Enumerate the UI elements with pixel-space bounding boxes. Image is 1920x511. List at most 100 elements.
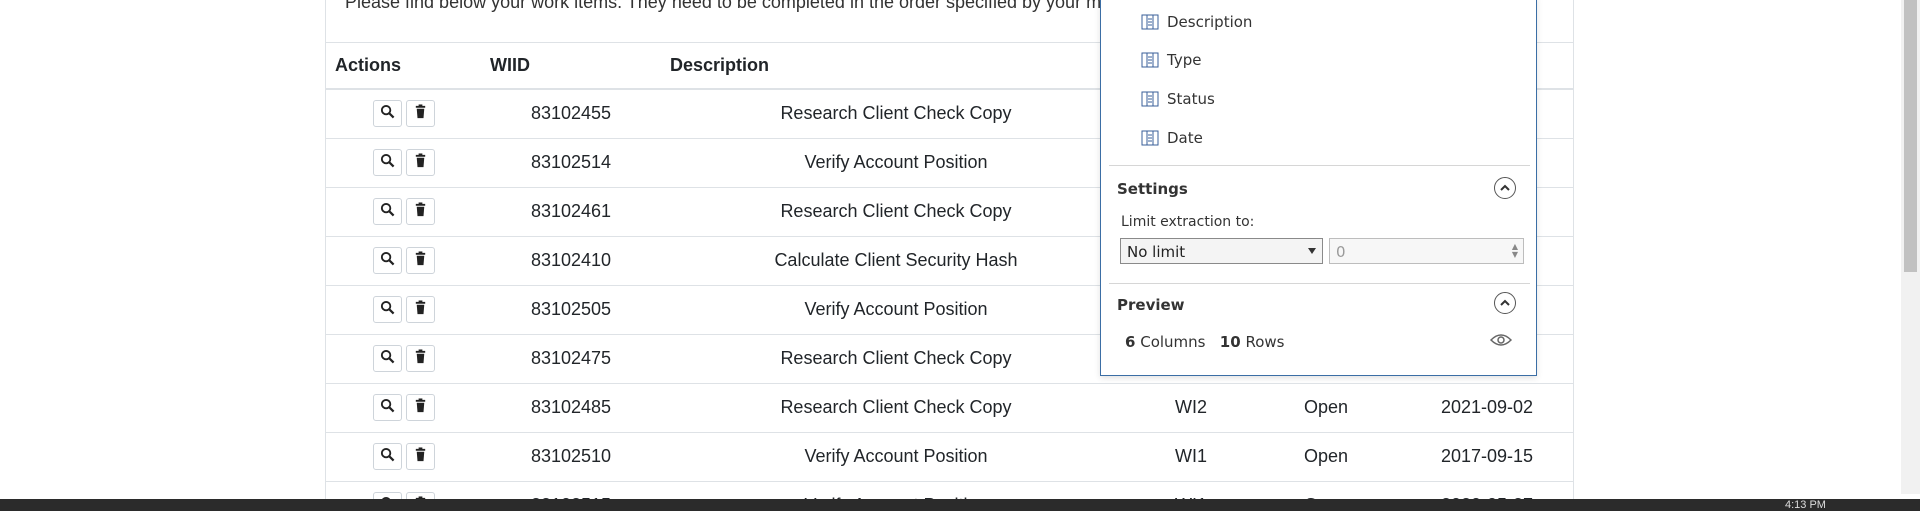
spinner-icon[interactable]: ▲ ▼ bbox=[1512, 243, 1518, 259]
search-icon bbox=[380, 201, 395, 222]
settings-title: Settings bbox=[1117, 180, 1188, 198]
row-wiid: 83102475 bbox=[481, 334, 661, 384]
row-actions bbox=[326, 187, 481, 237]
chevron-up-icon bbox=[1500, 184, 1510, 191]
row-description: Verify Account Position bbox=[661, 285, 1131, 335]
delete-button[interactable] bbox=[405, 100, 435, 128]
settings-collapse-button[interactable] bbox=[1494, 177, 1516, 199]
delete-button[interactable] bbox=[405, 296, 435, 323]
limit-number-input[interactable]: 0 ▲ ▼ bbox=[1329, 238, 1524, 264]
preview-columns-label: Columns bbox=[1140, 333, 1206, 351]
row-wiid: 83102485 bbox=[481, 383, 661, 433]
delete-button[interactable] bbox=[405, 443, 435, 470]
eye-icon[interactable] bbox=[1490, 332, 1512, 348]
delete-button[interactable] bbox=[405, 345, 435, 372]
column-item-status[interactable]: Status bbox=[1141, 88, 1215, 110]
header-actions: Actions bbox=[326, 43, 481, 90]
row-description: Research Client Check Copy bbox=[661, 187, 1131, 237]
delete-button[interactable] bbox=[405, 198, 435, 225]
search-icon bbox=[380, 348, 395, 369]
row-wiid: 83102514 bbox=[481, 138, 661, 188]
column-label: Date bbox=[1167, 129, 1203, 147]
row-description: Research Client Check Copy bbox=[661, 383, 1131, 433]
preview-rows-label: Rows bbox=[1245, 333, 1285, 351]
trash-icon bbox=[413, 397, 428, 418]
limit-select[interactable]: No limit bbox=[1120, 238, 1323, 264]
view-button[interactable] bbox=[372, 345, 402, 372]
row-actions bbox=[326, 138, 481, 188]
search-icon bbox=[380, 446, 395, 467]
taskbar-clock: 4:13 PM bbox=[1785, 500, 1826, 511]
divider bbox=[1109, 165, 1530, 166]
column-label: Description bbox=[1167, 13, 1253, 31]
column-item-type[interactable]: Type bbox=[1141, 49, 1201, 71]
search-icon bbox=[380, 152, 395, 173]
preview-collapse-button[interactable] bbox=[1494, 292, 1516, 314]
column-item-description[interactable]: Description bbox=[1141, 11, 1252, 33]
search-icon bbox=[380, 103, 395, 124]
preview-columns-count: 6 bbox=[1125, 333, 1136, 351]
dropdown-arrow-icon bbox=[1308, 248, 1316, 254]
limit-number-value: 0 bbox=[1336, 243, 1346, 261]
view-button[interactable] bbox=[372, 394, 402, 421]
view-button[interactable] bbox=[372, 247, 402, 274]
divider bbox=[1109, 283, 1530, 284]
preview-stats: 6 Columns 10 Rows bbox=[1125, 333, 1284, 351]
trash-icon bbox=[413, 250, 428, 271]
table-row: 83102485 Research Client Check Copy WI2 Ope… bbox=[326, 383, 1573, 433]
row-description: Research Client Check Copy bbox=[661, 334, 1131, 384]
trash-icon bbox=[413, 446, 428, 467]
table-row: 83102510 Verify Account Position WI1 Open 20… bbox=[326, 432, 1573, 482]
delete-button[interactable] bbox=[405, 247, 435, 274]
header-wiid: WIID bbox=[481, 43, 661, 90]
row-description: Calculate Client Security Hash bbox=[661, 236, 1131, 286]
trash-icon bbox=[413, 299, 428, 320]
trash-icon bbox=[413, 201, 428, 222]
view-button[interactable] bbox=[372, 296, 402, 323]
view-button[interactable] bbox=[372, 198, 402, 225]
delete-button[interactable] bbox=[405, 149, 435, 176]
column-icon bbox=[1141, 130, 1159, 146]
row-status: Open bbox=[1251, 383, 1401, 433]
row-status: Open bbox=[1251, 432, 1401, 482]
row-actions bbox=[326, 236, 481, 286]
view-button[interactable] bbox=[372, 443, 402, 470]
row-actions bbox=[326, 285, 481, 335]
column-icon bbox=[1141, 14, 1159, 30]
row-wiid: 83102461 bbox=[481, 187, 661, 237]
row-actions bbox=[326, 432, 481, 482]
row-description: Research Client Check Copy bbox=[661, 89, 1131, 139]
column-item-date[interactable]: Date bbox=[1141, 127, 1203, 149]
row-description: Verify Account Position bbox=[661, 432, 1131, 482]
row-actions bbox=[326, 89, 481, 139]
trash-icon bbox=[413, 103, 428, 124]
taskbar bbox=[0, 499, 1920, 511]
row-type: WI1 bbox=[1131, 432, 1251, 482]
row-wiid: 83102505 bbox=[481, 285, 661, 335]
limit-label: Limit extraction to: bbox=[1121, 214, 1255, 230]
limit-select-value: No limit bbox=[1127, 243, 1186, 261]
delete-button[interactable] bbox=[405, 394, 435, 421]
column-icon bbox=[1141, 52, 1159, 68]
column-icon bbox=[1141, 91, 1159, 107]
row-wiid: 83102455 bbox=[481, 89, 661, 139]
row-wiid: 83102410 bbox=[481, 236, 661, 286]
trash-icon bbox=[413, 348, 428, 369]
search-icon bbox=[380, 250, 395, 271]
row-description: Verify Account Position bbox=[661, 138, 1131, 188]
scrollbar-thumb[interactable] bbox=[1904, 0, 1917, 272]
row-actions bbox=[326, 334, 481, 384]
preview-title: Preview bbox=[1117, 296, 1185, 314]
trash-icon bbox=[413, 152, 428, 173]
view-button[interactable] bbox=[372, 149, 402, 176]
intro-text: Please find below your work items. They … bbox=[345, 0, 1105, 12]
preview-rows-count: 10 bbox=[1219, 333, 1241, 351]
chevron-up-icon bbox=[1500, 299, 1510, 306]
search-icon bbox=[380, 299, 395, 320]
column-label: Type bbox=[1167, 51, 1202, 69]
column-label: Status bbox=[1167, 90, 1215, 108]
extraction-panel: Description Type Status Date Settings Li… bbox=[1100, 0, 1537, 376]
row-actions bbox=[326, 383, 481, 433]
view-button[interactable] bbox=[372, 100, 402, 128]
row-wiid: 83102510 bbox=[481, 432, 661, 482]
